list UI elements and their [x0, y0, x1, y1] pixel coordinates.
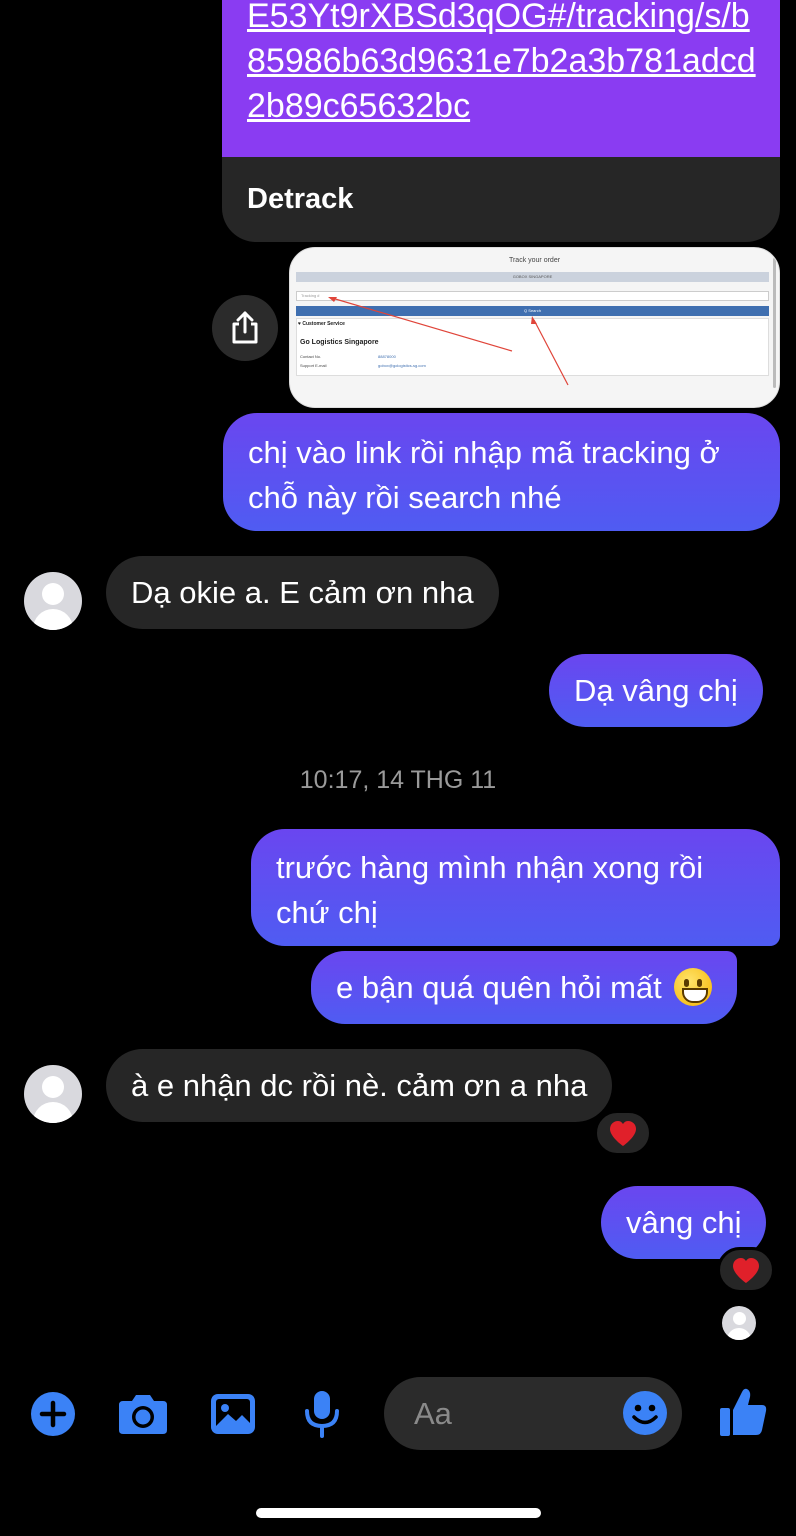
contact-avatar[interactable]: [24, 572, 82, 630]
screenshot-attachment[interactable]: Track your order GOBOX SINGAPORE Trackin…: [289, 247, 780, 408]
message-outgoing[interactable]: trước hàng mình nhận xong rồi chứ chị: [251, 829, 780, 946]
chat-screen: E53Yt9rXBSd3qOG#/tracking/s/b85986b63d96…: [0, 0, 796, 1536]
message-outgoing[interactable]: Dạ vâng chị: [549, 654, 763, 727]
link-url[interactable]: E53Yt9rXBSd3qOG#/tracking/s/b85986b63d96…: [247, 0, 757, 129]
message-outgoing[interactable]: chị vào link rồi nhập mã tracking ở chỗ …: [223, 413, 780, 531]
message-incoming[interactable]: Dạ okie a. E cảm ơn nha: [106, 556, 499, 629]
seen-avatar: [722, 1306, 756, 1340]
emoji-button[interactable]: [622, 1390, 668, 1436]
microphone-icon: [305, 1391, 339, 1438]
message-input[interactable]: [414, 1377, 614, 1450]
share-icon: [232, 311, 258, 344]
message-text: e bận quá quên hỏi mất: [336, 970, 662, 1005]
timestamp: 10:17, 14 THG 11: [299, 766, 497, 794]
share-button[interactable]: [212, 295, 278, 361]
reaction-badge[interactable]: [594, 1110, 652, 1156]
plus-button[interactable]: [30, 1391, 76, 1437]
thumbs-up-icon: [720, 1388, 767, 1436]
camera-button[interactable]: [117, 1391, 169, 1437]
camera-icon: [119, 1395, 167, 1434]
heart-icon: [733, 1257, 759, 1283]
contact-avatar[interactable]: [24, 1065, 82, 1123]
emoji-icon: [623, 1391, 667, 1435]
reaction-badge[interactable]: [717, 1247, 775, 1293]
link-preview-card[interactable]: E53Yt9rXBSd3qOG#/tracking/s/b85986b63d96…: [222, 0, 780, 242]
grinning-face-icon: [674, 968, 713, 1006]
message-incoming[interactable]: à e nhận dc rồi nè. cảm ơn a nha: [106, 1049, 613, 1122]
message-field[interactable]: [384, 1377, 682, 1450]
microphone-button[interactable]: [302, 1389, 342, 1439]
link-site-name: Detrack: [247, 183, 354, 215]
gallery-icon: [211, 1394, 255, 1434]
shot-arrows: [328, 297, 569, 386]
heart-icon: [610, 1120, 636, 1146]
plus-icon: [31, 1392, 75, 1436]
gallery-button[interactable]: [209, 1391, 257, 1437]
home-indicator[interactable]: [256, 1508, 541, 1518]
message-outgoing[interactable]: e bận quá quên hỏi mất: [311, 951, 738, 1024]
like-button[interactable]: [718, 1386, 768, 1438]
link-url-section[interactable]: E53Yt9rXBSd3qOG#/tracking/s/b85986b63d96…: [222, 0, 780, 157]
